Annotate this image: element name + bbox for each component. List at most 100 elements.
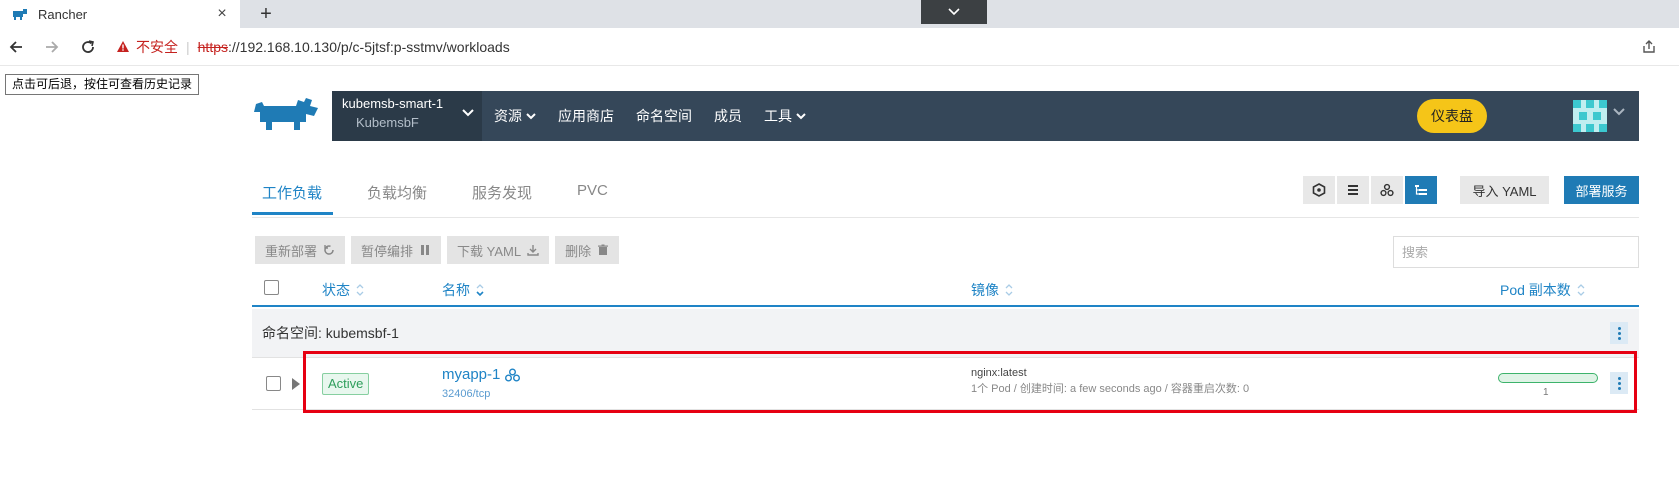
- close-tab-icon[interactable]: ×: [214, 6, 230, 22]
- pause-label: 暂停编排: [361, 243, 414, 259]
- cluster-icon: [1380, 183, 1394, 197]
- column-status-label: 状态: [322, 282, 350, 298]
- column-name[interactable]: 名称: [442, 280, 484, 300]
- tree-list-icon: [1415, 185, 1427, 195]
- back-button-tooltip: 点击可后退，按住可查看历史记录: [5, 74, 200, 95]
- kebab-dot: [1617, 326, 1621, 330]
- sort-descending-icon: [476, 284, 484, 297]
- redo-icon: [324, 245, 334, 255]
- back-button[interactable]: [4, 35, 28, 59]
- menu-app-store-label: 应用商店: [558, 108, 614, 124]
- column-status[interactable]: 状态: [322, 280, 364, 300]
- trash-icon: [598, 244, 609, 255]
- hexagon-icon: [1312, 183, 1326, 197]
- cluster-name: kubemsb-smart-1: [342, 96, 444, 111]
- column-image[interactable]: 镜像: [971, 280, 1013, 300]
- kebab-dot: [1617, 336, 1621, 340]
- tab-search-button[interactable]: [921, 0, 987, 24]
- rancher-favicon-icon: [13, 9, 27, 20]
- sort-icon: [1005, 284, 1013, 296]
- highlight-annotation-box: [303, 351, 1637, 413]
- url-scheme: https: [197, 38, 228, 55]
- pause-icon: [421, 245, 430, 255]
- import-yaml-button[interactable]: 导入 YAML: [1460, 176, 1549, 204]
- top-nav: kubemsb-smart-1 KubemsbF 资源 应用商店 命名空间 成员…: [332, 91, 1639, 141]
- omnibox[interactable]: 不安全 | https ://192.168.10.130/p/c-5jtsf:…: [116, 35, 510, 59]
- menu-resources[interactable]: 资源: [494, 106, 536, 126]
- namespace-actions-button[interactable]: [1610, 322, 1628, 344]
- download-icon: [527, 245, 539, 256]
- main-menu: 资源 应用商店 命名空间 成员 工具: [482, 91, 816, 141]
- row-checkbox[interactable]: [266, 376, 281, 391]
- deploy-service-button[interactable]: 部署服务: [1564, 176, 1639, 204]
- search-input[interactable]: [1393, 236, 1639, 268]
- warning-icon: [117, 41, 129, 52]
- chevron-down-icon: [796, 112, 806, 119]
- reload-icon: [82, 39, 94, 53]
- download-yaml-button[interactable]: 下载 YAML: [447, 236, 550, 264]
- view-by-node-button[interactable]: [1303, 176, 1335, 204]
- share-icon: [1643, 40, 1655, 53]
- arrow-right-icon: [46, 40, 59, 53]
- delete-label: 删除: [565, 243, 592, 259]
- menu-tools[interactable]: 工具: [764, 106, 806, 126]
- download-yaml-label: 下载 YAML: [457, 243, 522, 259]
- view-list-button[interactable]: [1337, 176, 1369, 204]
- rancher-logo-icon[interactable]: [252, 96, 322, 136]
- column-pods-label: Pod 副本数: [1500, 282, 1571, 298]
- kebab-dot: [1617, 331, 1621, 335]
- project-name: KubemsbF: [356, 115, 419, 130]
- menu-namespaces[interactable]: 命名空间: [636, 106, 692, 126]
- column-name-label: 名称: [442, 282, 470, 298]
- menu-resources-label: 资源: [494, 108, 522, 124]
- tab-workloads[interactable]: 工作负载: [252, 168, 334, 215]
- sort-icon: [1577, 284, 1585, 296]
- redeploy-button[interactable]: 重新部署: [255, 236, 346, 264]
- subtabs-divider: [252, 217, 1639, 218]
- tab-load-balancing[interactable]: 负载均衡: [357, 168, 438, 215]
- menu-tools-label: 工具: [764, 108, 792, 124]
- browser-tab[interactable]: Rancher ×: [0, 0, 240, 28]
- chevron-down-icon: [462, 109, 474, 117]
- security-warning-text: 不安全: [136, 38, 178, 55]
- cluster-project-switcher[interactable]: kubemsb-smart-1 KubemsbF: [332, 91, 482, 141]
- chevron-down-icon: [948, 8, 960, 16]
- share-button[interactable]: [1637, 35, 1661, 59]
- security-indicator[interactable]: 不安全: [116, 37, 178, 57]
- select-all-checkbox[interactable]: [264, 280, 279, 295]
- expand-row-icon[interactable]: [292, 378, 300, 390]
- user-avatar[interactable]: [1573, 100, 1607, 132]
- browser-toolbar: 不安全 | https ://192.168.10.130/p/c-5jtsf:…: [0, 28, 1679, 66]
- dashboard-button[interactable]: 仪表盘: [1417, 99, 1487, 133]
- chevron-down-icon[interactable]: [1613, 108, 1625, 116]
- list-icon: [1348, 185, 1358, 195]
- forward-button[interactable]: [40, 35, 64, 59]
- redeploy-label: 重新部署: [265, 243, 318, 259]
- namespace-group-label: 命名空间: kubemsbf-1: [262, 325, 399, 341]
- menu-members-label: 成员: [714, 108, 742, 124]
- tab-service-discovery[interactable]: 服务发现: [462, 168, 543, 215]
- pause-button[interactable]: 暂停编排: [351, 236, 442, 264]
- arrow-left-icon: [9, 40, 22, 53]
- url-path: ://192.168.10.130/p/c-5jtsf:p-sstmv/work…: [228, 38, 510, 55]
- tab-title: Rancher: [38, 6, 88, 22]
- menu-namespaces-label: 命名空间: [636, 108, 692, 124]
- delete-button[interactable]: 删除: [555, 236, 620, 264]
- tab-pvc[interactable]: PVC: [567, 168, 619, 215]
- table-header: 状态 名称 镜像 Pod 副本数: [252, 276, 1639, 307]
- workload-subtabs: 工作负载 负载均衡 服务发现 PVC: [252, 168, 643, 215]
- view-by-service-button[interactable]: [1371, 176, 1403, 204]
- bulk-actions: 重新部署 暂停编排 下载 YAML 删除: [255, 236, 625, 264]
- chevron-down-icon: [526, 112, 536, 119]
- column-pods[interactable]: Pod 副本数: [1500, 280, 1585, 300]
- menu-members[interactable]: 成员: [714, 106, 742, 126]
- omnibox-separator: |: [186, 38, 190, 55]
- sort-icon: [356, 284, 364, 296]
- view-by-namespace-button[interactable]: [1405, 176, 1437, 204]
- browser-tab-strip: Rancher × +: [0, 0, 1679, 28]
- view-mode-group: [1303, 176, 1439, 204]
- menu-app-store[interactable]: 应用商店: [558, 106, 614, 126]
- new-tab-button[interactable]: +: [254, 2, 278, 26]
- reload-button[interactable]: [76, 35, 100, 59]
- column-image-label: 镜像: [971, 282, 999, 298]
